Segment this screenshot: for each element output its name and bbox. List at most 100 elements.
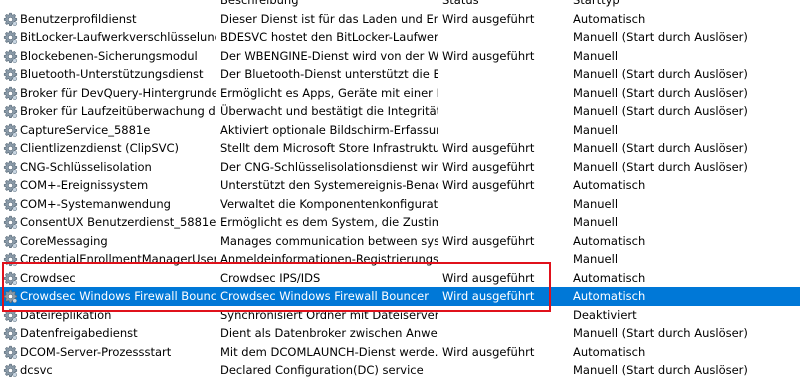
service-name: Broker für Laufzeitüberwachung der...	[20, 104, 216, 118]
service-status	[442, 195, 568, 214]
service-gear-icon	[3, 141, 18, 156]
service-status: Wird ausgeführt	[442, 48, 535, 63]
service-startup-type: Manuell	[573, 48, 619, 63]
service-gear-icon	[3, 345, 18, 360]
service-status	[442, 213, 568, 232]
service-status	[442, 121, 568, 140]
service-startup-type: Manuell	[573, 252, 619, 266]
service-status: Wird ausgeführt	[442, 270, 535, 285]
service-description: Der WBENGINE-Dienst wird von der Wi...	[220, 48, 438, 63]
service-name: Clientlizenzdienst (ClipSVC)	[20, 141, 180, 155]
service-gear-icon	[3, 160, 18, 175]
service-status	[442, 102, 568, 121]
service-row[interactable]: Crowdsec Crowdsec IPS/IDS Wird ausgeführt A…	[0, 269, 800, 288]
service-status: Wird ausgeführt	[442, 178, 535, 192]
column-header-name[interactable]	[20, 0, 216, 10]
service-gear-icon	[3, 363, 18, 378]
service-startup-type: Manuell (Start durch Auslöser)	[573, 104, 748, 118]
service-name: Dateireplikation	[20, 307, 112, 322]
service-startup-type: Automatisch	[573, 11, 646, 26]
service-gear-icon	[3, 123, 18, 138]
service-startup-type: Manuell (Start durch Auslöser)	[573, 326, 748, 340]
service-name: Bluetooth-Unterstützungsdienst	[20, 67, 204, 81]
service-row[interactable]: Broker für DevQuery-Hintergrunder... Ermö…	[0, 84, 800, 103]
service-row[interactable]: CaptureService_5881e Aktiviert optionale …	[0, 121, 800, 140]
services-list: Beschreibung Status Starttyp Benutzerpro…	[0, 0, 800, 380]
service-startup-type: Manuell (Start durch Auslöser)	[573, 30, 748, 44]
service-row[interactable]: BitLocker-Laufwerkverschlüsselungs... BDE…	[0, 28, 800, 47]
service-row[interactable]: Clientlizenzdienst (ClipSVC) Stellt dem M…	[0, 139, 800, 158]
service-description: Der CNG-Schlüsselisolationsdienst wird .…	[220, 159, 438, 174]
service-gear-icon	[3, 308, 18, 323]
service-name: Crowdsec	[20, 270, 76, 285]
service-name: Broker für DevQuery-Hintergrunder...	[20, 85, 216, 100]
service-name: Blockebenen-Sicherungsmodul	[20, 48, 198, 63]
service-status: Wird ausgeführt	[442, 11, 535, 26]
service-row[interactable]: CNG-Schlüsselisolation Der CNG-Schlüsseli…	[0, 158, 800, 177]
service-description: Der Bluetooth-Dienst unterstützt die Er.…	[220, 67, 438, 81]
service-gear-icon	[3, 197, 18, 212]
service-name: COM+-Systemanwendung	[20, 196, 171, 211]
column-header-startup-type[interactable]: Starttyp	[573, 0, 799, 10]
service-status	[442, 65, 568, 84]
service-row[interactable]: Datenfreigabedienst Dient als Datenbroker…	[0, 324, 800, 343]
service-status: Wird ausgeführt	[442, 344, 535, 359]
service-description: Mit dem DCOMLAUNCH-Dienst werde...	[220, 344, 438, 359]
service-gear-icon	[3, 12, 18, 27]
service-status	[442, 324, 568, 343]
column-header-description[interactable]: Beschreibung	[220, 0, 438, 10]
service-gear-icon	[3, 234, 18, 249]
service-name: CoreMessaging	[20, 233, 108, 248]
service-name: Datenfreigabedienst	[20, 326, 138, 340]
service-name: Benutzerprofildienst	[20, 11, 137, 26]
service-description: Ermöglicht es dem System, die Zustim...	[220, 215, 438, 229]
service-row[interactable]: Benutzerprofildienst Dieser Dienst ist fü…	[0, 10, 800, 29]
service-startup-type: Automatisch	[573, 270, 646, 285]
service-status	[442, 306, 568, 325]
service-startup-type: Automatisch	[573, 289, 646, 303]
service-startup-type: Manuell (Start durch Auslöser)	[573, 159, 748, 174]
service-row[interactable]: Broker für Laufzeitüberwachung der... Übe…	[0, 102, 800, 121]
service-status: Wird ausgeführt	[442, 233, 535, 248]
service-description: Crowdsec IPS/IDS	[220, 270, 321, 285]
service-description: Ermöglicht es Apps, Geräte mit einer Hi.…	[220, 85, 438, 100]
column-header-status[interactable]: Status	[442, 0, 568, 10]
service-status: Wird ausgeführt	[442, 159, 535, 174]
service-row[interactable]: Bluetooth-Unterstützungsdienst Der Blueto…	[0, 65, 800, 84]
service-status	[442, 250, 568, 269]
service-description: Manages communication between syst...	[220, 233, 438, 248]
service-row[interactable]: Crowdsec Windows Firewall Bouncer Crowdse…	[0, 287, 800, 306]
service-name: Crowdsec Windows Firewall Bouncer	[20, 289, 216, 303]
service-row[interactable]: ConsentUX Benutzerdienst_5881e Ermöglicht…	[0, 213, 800, 232]
service-row[interactable]: CoreMessaging Manages communication betwe…	[0, 232, 800, 251]
service-description: Aktiviert optionale Bildschirm-Erfassun.…	[220, 122, 438, 137]
service-startup-type: Automatisch	[573, 344, 646, 359]
service-startup-type: Manuell (Start durch Auslöser)	[573, 141, 748, 155]
service-gear-icon	[3, 271, 18, 286]
service-name: CaptureService_5881e	[20, 122, 151, 137]
service-row[interactable]: Blockebenen-Sicherungsmodul Der WBENGINE-…	[0, 47, 800, 66]
service-gear-icon	[3, 178, 18, 193]
service-description: Dieser Dienst ist für das Laden und Entl…	[220, 11, 438, 26]
service-gear-icon	[3, 289, 18, 304]
service-gear-icon	[3, 104, 18, 119]
service-gear-icon	[3, 326, 18, 341]
service-name: BitLocker-Laufwerkverschlüsselungs...	[20, 30, 216, 44]
service-gear-icon	[3, 252, 18, 267]
service-startup-type: Manuell (Start durch Auslöser)	[573, 85, 748, 100]
service-gear-icon	[3, 30, 18, 45]
service-name: CredentialEnrollmentManagerUserS...	[20, 252, 216, 266]
service-row[interactable]: Dateireplikation Synchronisiert Ordner mi…	[0, 306, 800, 325]
service-startup-type: Manuell	[573, 122, 619, 137]
service-gear-icon	[3, 86, 18, 101]
service-startup-type: Manuell	[573, 196, 619, 211]
service-description: Stellt dem Microsoft Store Infrastruktur…	[220, 141, 438, 155]
service-row[interactable]: COM+-Ereignissystem Unterstützt den Syste…	[0, 176, 800, 195]
service-name: CNG-Schlüsselisolation	[20, 159, 152, 174]
service-row[interactable]: COM+-Systemanwendung Verwaltet die Kompon…	[0, 195, 800, 214]
service-description: Dient als Datenbroker zwischen Anwen...	[220, 326, 438, 340]
service-startup-type: Deaktiviert	[573, 307, 637, 322]
service-row[interactable]: CredentialEnrollmentManagerUserS... Anmel…	[0, 250, 800, 269]
service-description: Anmeldeinformationen-Registrierungs-...	[220, 252, 438, 266]
service-row[interactable]: DCOM-Server-Prozessstart Mit dem DCOMLAUN…	[0, 343, 800, 362]
